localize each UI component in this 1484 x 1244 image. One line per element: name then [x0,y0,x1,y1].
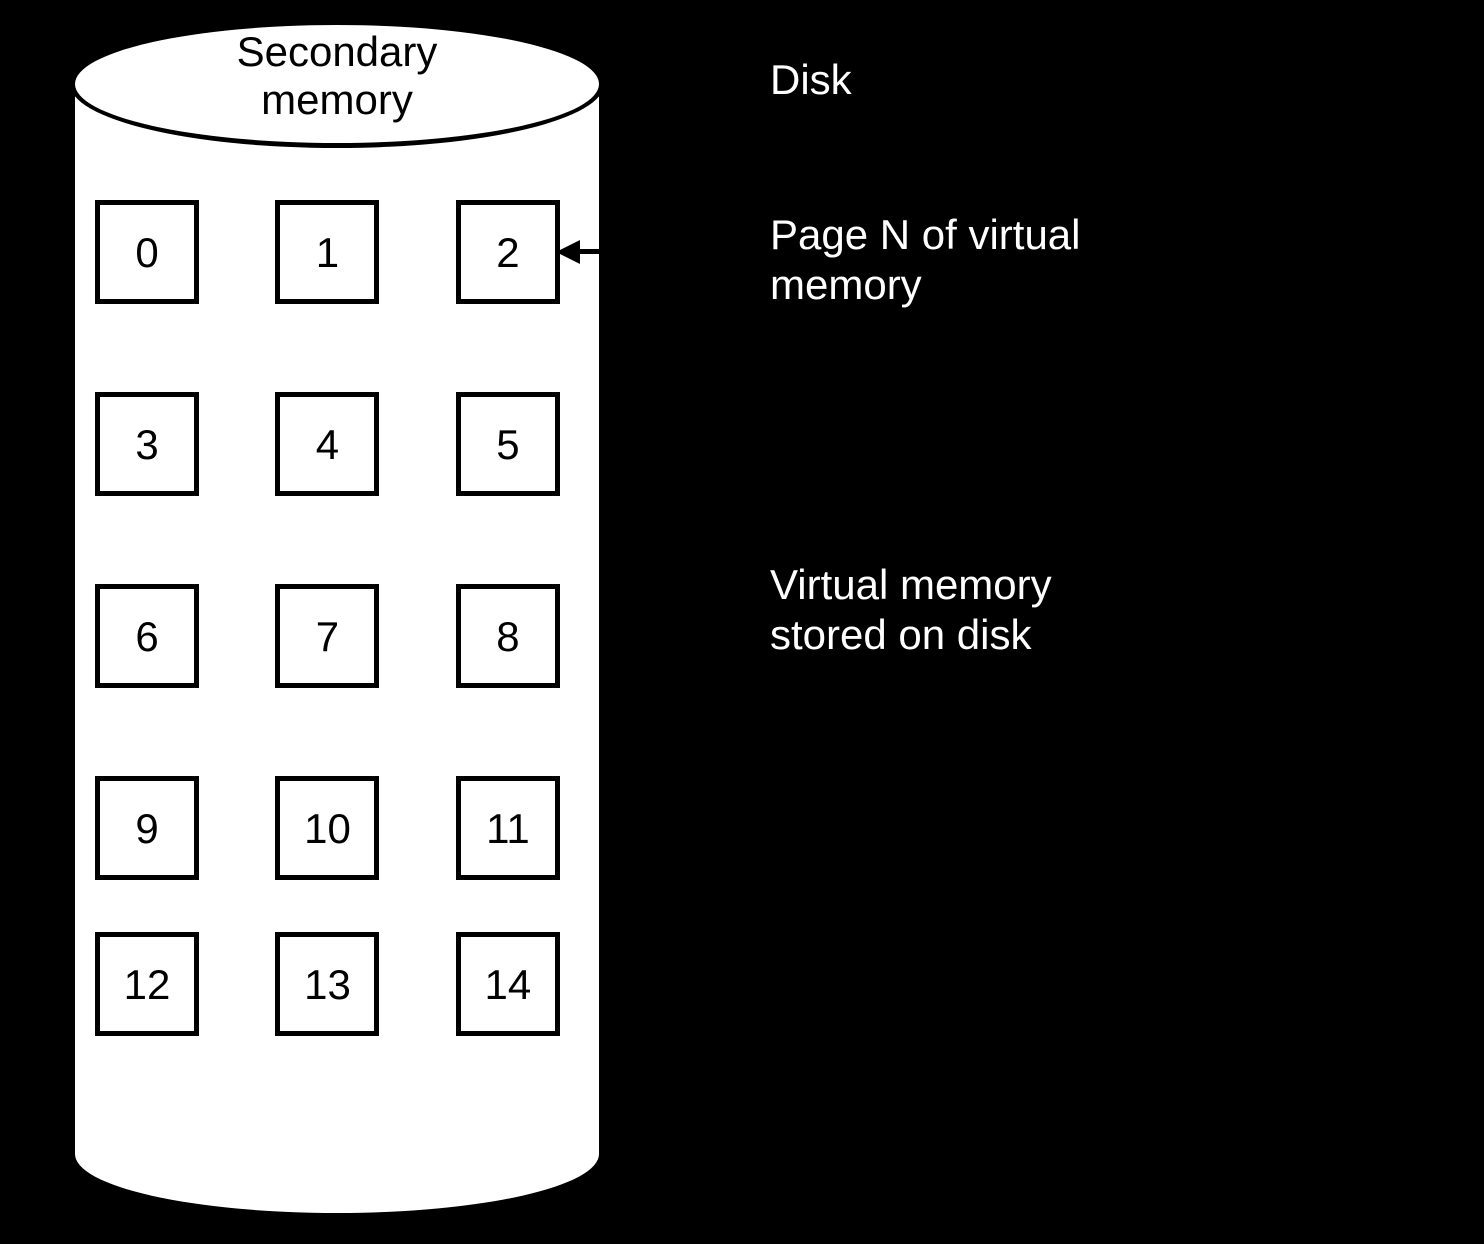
page-cell: 12 [95,932,199,1036]
page-cell: 0 [95,200,199,304]
page-cell: 3 [95,392,199,496]
page-cell: 1 [275,200,379,304]
annotation-disk-label: Disk [770,56,852,104]
page-cell: 4 [275,392,379,496]
page-cell: 6 [95,584,199,688]
cylinder-title: Secondary memory [70,28,604,125]
page-cell: 9 [95,776,199,880]
page-row: 12 13 14 [95,932,585,1036]
annotation-stored-line1: Virtual memory [770,561,1052,608]
page-cell: 14 [456,932,560,1036]
page-cell: 13 [275,932,379,1036]
page-cell: 7 [275,584,379,688]
annotation-page-n-line2: memory [770,261,922,308]
diagram-stage: Secondary memory 0 1 2 3 4 5 6 7 8 9 10 … [0,0,1484,1244]
page-cell: 2 [456,200,560,304]
page-row: 6 7 8 [95,584,585,688]
page-cell: 8 [456,584,560,688]
page-row: 0 1 2 [95,200,585,304]
cylinder-bottom-mask [75,1090,599,1154]
page-row: 9 10 11 [95,776,585,880]
title-line-2: memory [261,76,413,123]
annotation-page-n-line1: Page N of virtual [770,211,1081,258]
page-grid: 0 1 2 3 4 5 6 7 8 9 10 11 12 13 14 [95,200,585,1036]
annotation-stored-line2: stored on disk [770,611,1031,658]
page-cell: 5 [456,392,560,496]
annotation-arrow-line [576,249,756,254]
page-cell: 11 [456,776,560,880]
annotation-arrow-head-icon [556,240,580,264]
page-cell: 10 [275,776,379,880]
page-row: 3 4 5 [95,392,585,496]
title-line-1: Secondary [237,28,438,75]
annotation-page-n: Page N of virtual memory [770,210,1081,309]
annotation-stored-on-disk: Virtual memory stored on disk [770,560,1052,659]
